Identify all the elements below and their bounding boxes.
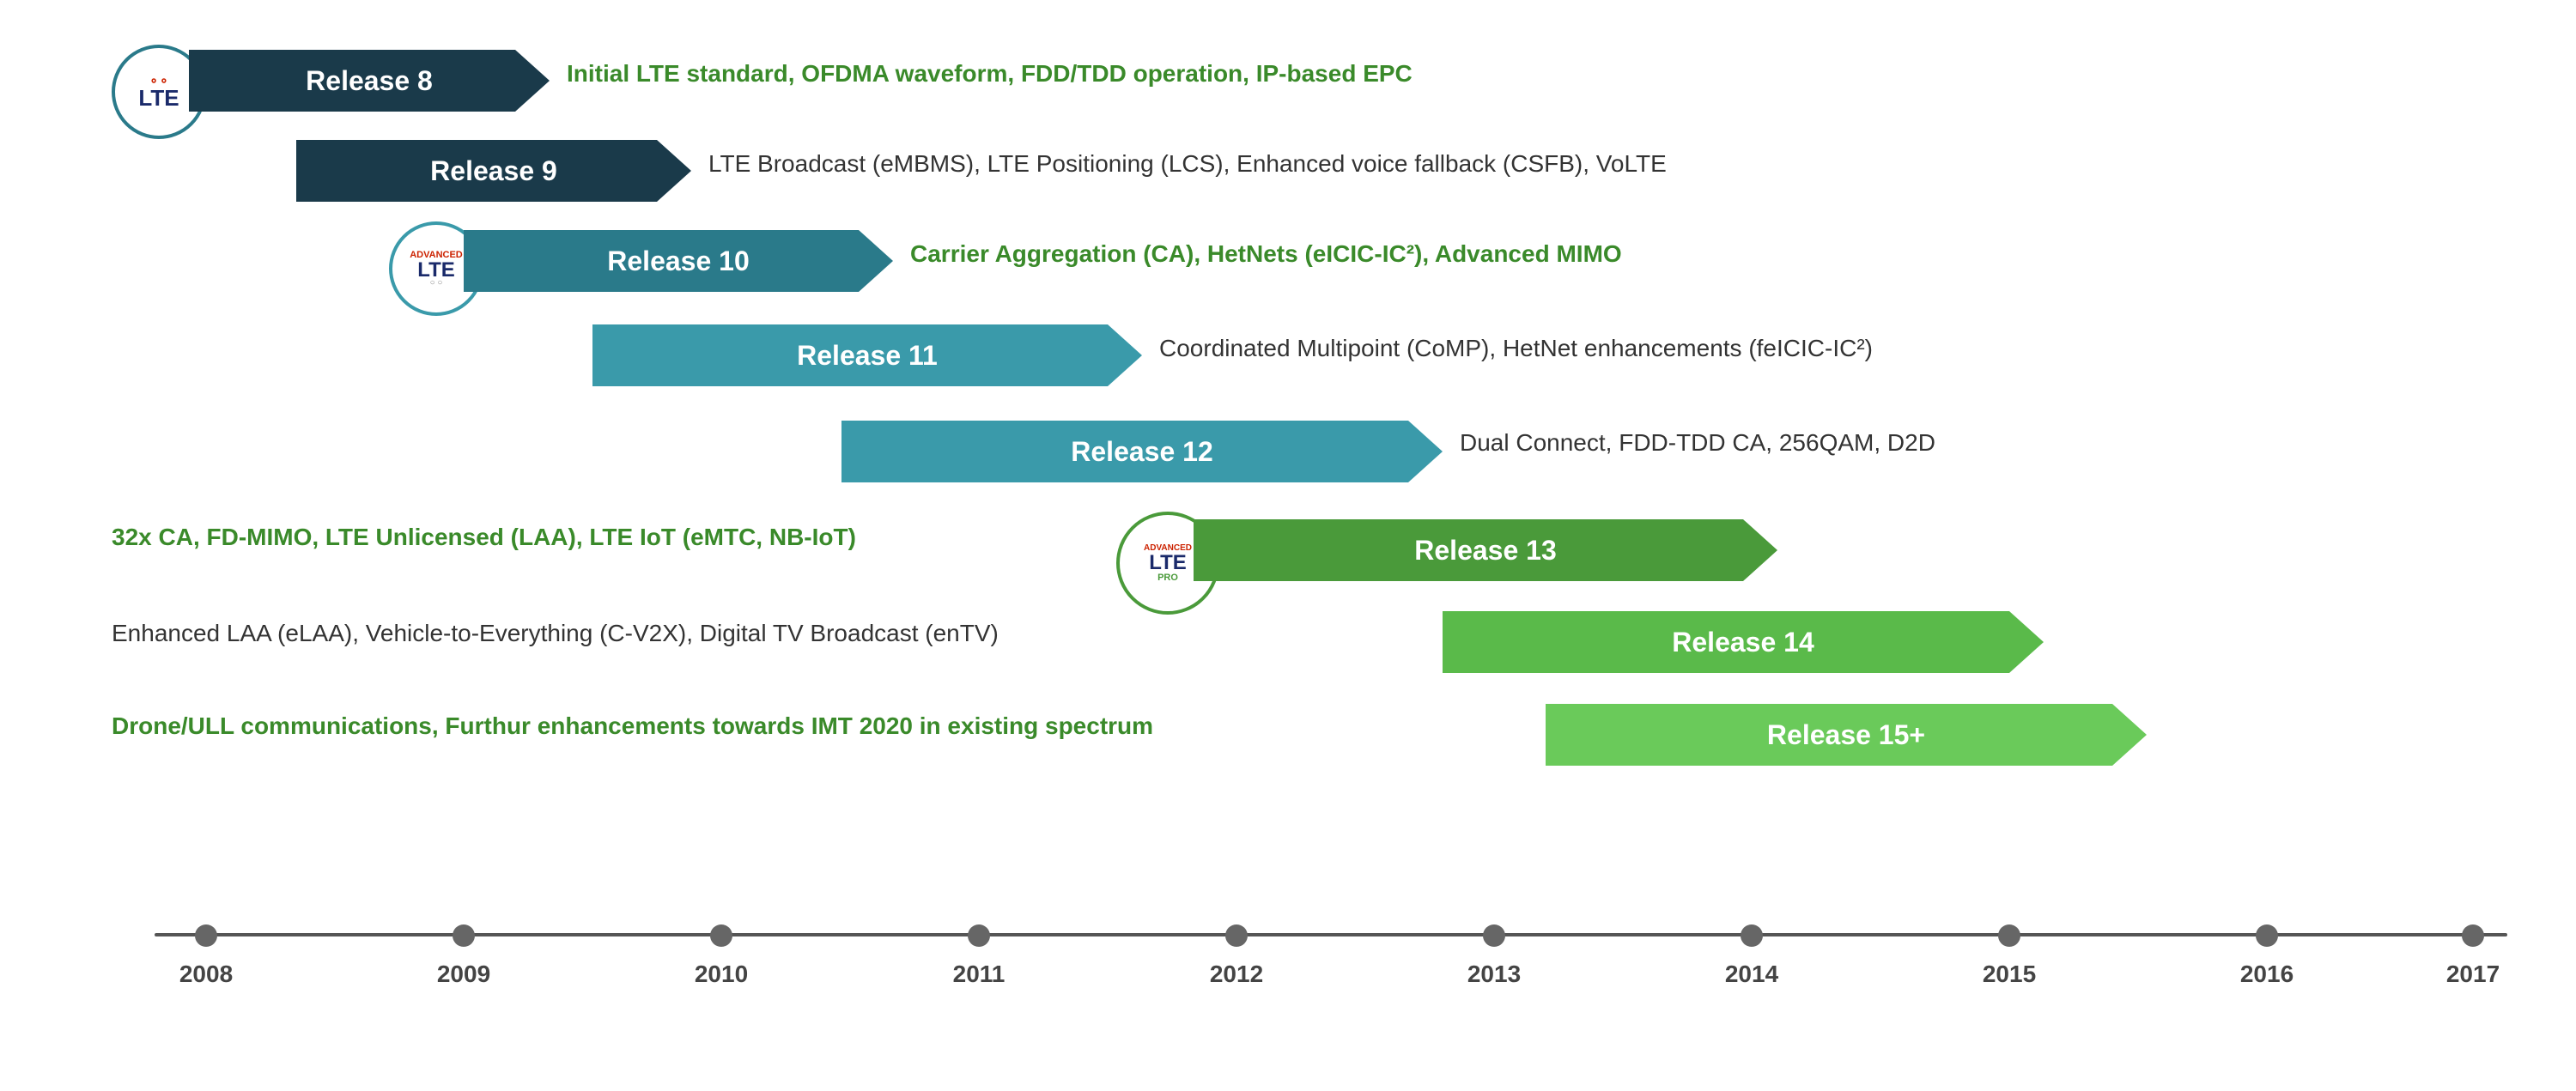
timeline-year-2013: 2013 <box>1467 961 1521 988</box>
timeline-dot-2012 <box>1225 924 1248 947</box>
timeline-year-2015: 2015 <box>1983 961 2036 988</box>
feature-release13: 32x CA, FD-MIMO, LTE Unlicensed (LAA), L… <box>112 524 856 551</box>
timeline-dot-2011 <box>968 924 990 947</box>
timeline-dot-2013 <box>1483 924 1505 947</box>
release13-label: Release 13 <box>1414 535 1556 567</box>
timeline-year-2011: 2011 <box>953 961 1005 988</box>
release11-label: Release 11 <box>797 340 938 372</box>
release15-label: Release 15+ <box>1767 719 1925 751</box>
timeline-year-2014: 2014 <box>1725 961 1778 988</box>
timeline-dot-2016 <box>2256 924 2278 947</box>
feature-release9: LTE Broadcast (eMBMS), LTE Positioning (… <box>708 150 1667 178</box>
banner-release14: Release 14 <box>1443 611 2044 673</box>
timeline-dot-2008 <box>195 924 217 947</box>
feature-release12: Dual Connect, FDD-TDD CA, 256QAM, D2D <box>1460 429 1935 457</box>
main-container: ⚬⚬ LTE Release 8 Initial LTE standard, O… <box>0 0 2576 1091</box>
release8-label: Release 8 <box>306 65 433 97</box>
banner-release10: Release 10 <box>464 230 893 292</box>
timeline-dot-2009 <box>453 924 475 947</box>
banner-release12: Release 12 <box>841 421 1443 482</box>
timeline-dot-2017 <box>2462 924 2484 947</box>
feature-release11: Coordinated Multipoint (CoMP), HetNet en… <box>1159 335 1873 362</box>
banner-release13: Release 13 <box>1194 519 1777 581</box>
release12-label: Release 12 <box>1071 436 1212 468</box>
timeline-year-2010: 2010 <box>695 961 748 988</box>
release9-label: Release 9 <box>430 155 557 187</box>
timeline-dot-2010 <box>710 924 732 947</box>
banner-release9: Release 9 <box>296 140 691 202</box>
feature-release15: Drone/ULL communications, Furthur enhanc… <box>112 712 1153 740</box>
banner-release8: Release 8 <box>189 50 550 112</box>
feature-release10: Carrier Aggregation (CA), HetNets (eICIC… <box>910 240 1622 268</box>
banner-release11: Release 11 <box>592 324 1142 386</box>
timeline-year-2012: 2012 <box>1210 961 1263 988</box>
timeline-year-2016: 2016 <box>2240 961 2293 988</box>
timeline-dot-2015 <box>1998 924 2020 947</box>
timeline-line <box>155 933 2507 936</box>
feature-release8: Initial LTE standard, OFDMA waveform, FD… <box>567 60 1413 88</box>
feature-release14: Enhanced LAA (eLAA), Vehicle-to-Everythi… <box>112 620 999 647</box>
release10-label: Release 10 <box>607 245 749 277</box>
release14-label: Release 14 <box>1672 627 1814 658</box>
banner-release15: Release 15+ <box>1546 704 2147 766</box>
timeline-year-2008: 2008 <box>179 961 233 988</box>
timeline-dot-2014 <box>1741 924 1763 947</box>
timeline-year-2009: 2009 <box>437 961 490 988</box>
timeline-year-2017: 2017 <box>2446 961 2500 988</box>
